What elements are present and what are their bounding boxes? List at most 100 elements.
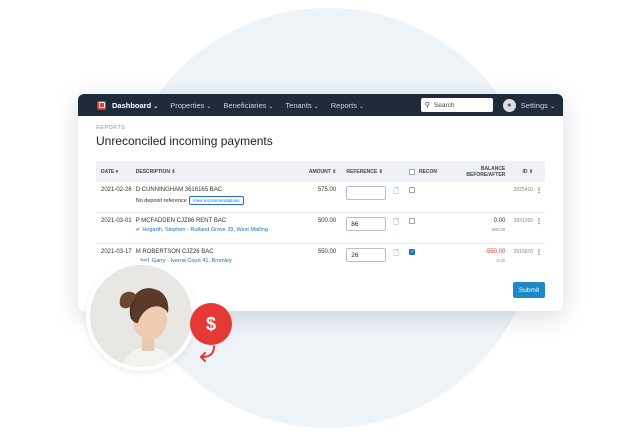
row-amount: 550.00 bbox=[317, 249, 337, 255]
row-doc: 🗋 bbox=[386, 218, 406, 229]
row-reference: 26 bbox=[336, 248, 387, 262]
document-icon[interactable]: 🗋 bbox=[393, 219, 399, 226]
sort-down-icon: ▾ bbox=[115, 168, 119, 175]
nav-dashboard[interactable]: Dashboard ⌄ bbox=[112, 101, 158, 110]
header-reference[interactable]: REFERENCE ⇕ bbox=[336, 169, 386, 175]
recon-checkbox[interactable] bbox=[409, 249, 416, 255]
nav-properties[interactable]: Properties ⌄ bbox=[170, 101, 211, 110]
submit-button[interactable]: Submit bbox=[513, 282, 545, 298]
nav-dashboard-label: Dashboard bbox=[112, 100, 152, 110]
nav-reports[interactable]: Reports ⌄ bbox=[331, 101, 364, 110]
chevron-down-icon: ⌄ bbox=[549, 103, 555, 110]
header-amount[interactable]: AMOUNT ⇕ bbox=[285, 169, 337, 175]
recon-checkbox[interactable] bbox=[409, 218, 416, 224]
header-date[interactable]: DATE ▾ bbox=[96, 169, 136, 175]
stage: Dashboard ⌄ Properties ⌄ Beneficiaries ⌄ Te… bbox=[0, 0, 640, 443]
nav-beneficiaries-label: Beneficiaries bbox=[223, 100, 267, 110]
row-balance: -550.00 0.00 bbox=[446, 249, 506, 263]
balance-before: 0.00 bbox=[493, 218, 506, 224]
row-amount: 500.00 bbox=[317, 218, 337, 224]
nav-beneficiaries[interactable]: Beneficiaries ⌄ bbox=[223, 101, 273, 110]
nav-reports-label: Reports bbox=[330, 100, 357, 110]
row-recon bbox=[406, 218, 446, 225]
reference-input[interactable]: 86 bbox=[346, 217, 387, 231]
return-arrow-icon bbox=[200, 345, 215, 362]
reference-input[interactable] bbox=[346, 186, 387, 200]
header-description[interactable]: DESCRIPTION ⇕ bbox=[136, 169, 285, 175]
main-content: REPORTS Unreconciled incoming payments D… bbox=[78, 116, 563, 275]
app-logo-icon[interactable] bbox=[97, 100, 106, 110]
row-reference bbox=[336, 186, 387, 200]
breadcrumb[interactable]: REPORTS bbox=[96, 125, 545, 131]
row-amount: 575.00 bbox=[317, 187, 337, 193]
search-icon: ⚲ bbox=[424, 102, 430, 109]
row-date: 2021-03-17 bbox=[101, 249, 132, 255]
row-recon bbox=[406, 187, 446, 194]
row-recon bbox=[406, 249, 446, 256]
more-options-icon[interactable]: ⋮ bbox=[533, 218, 545, 225]
row-id: 2831265 bbox=[513, 218, 534, 224]
settings-menu[interactable]: Settings ⌄ bbox=[521, 101, 555, 110]
header-id[interactable]: ID ⇕ bbox=[505, 168, 534, 175]
row-doc: 🗋 bbox=[386, 249, 406, 260]
document-icon[interactable]: 🗋 bbox=[393, 188, 399, 195]
sort-icon: ⇕ bbox=[528, 168, 534, 175]
balance-before: -550.00 bbox=[484, 249, 506, 255]
header-balance: BALANCE BEFORE/AFTER bbox=[446, 165, 506, 178]
row-subtext: No deposit reference View recommendations bbox=[136, 196, 285, 205]
row-description: P MCFADDEN CJZ86 RENT BAC ✔ Hogarth, Step… bbox=[136, 218, 285, 233]
sort-icon: ⇕ bbox=[378, 168, 383, 175]
row-doc: 🗋 bbox=[386, 187, 406, 198]
row-description: D CUNNINGHAM 3616165 BAC No deposit refe… bbox=[136, 187, 285, 205]
recon-checkbox[interactable] bbox=[409, 187, 416, 193]
select-all-checkbox[interactable] bbox=[408, 168, 415, 175]
header-recon: RECON bbox=[406, 168, 446, 175]
chevron-down-icon: ⌄ bbox=[359, 103, 365, 110]
search-input[interactable]: ⚲ Search bbox=[420, 98, 493, 112]
view-recommendations-button[interactable]: View recommendations bbox=[188, 196, 244, 205]
chevron-down-icon: ⌄ bbox=[313, 103, 319, 110]
row-match-label: Hogarth, Stephen - Rutland Grove 39, Wes… bbox=[142, 227, 268, 233]
header-description-label: DESCRIPTION bbox=[135, 168, 170, 175]
person-photo bbox=[86, 261, 196, 371]
row-reference: 86 bbox=[336, 217, 387, 231]
header-balance-label: BALANCE BEFORE/AFTER bbox=[466, 165, 506, 178]
row-date: 2021-02-26 bbox=[101, 187, 132, 193]
row-balance: 0.00 500.00 bbox=[446, 218, 506, 232]
row-description: M ROBERTSON CJZ26 BAC ...hell, Garry - I… bbox=[136, 249, 285, 264]
nav-properties-label: Properties bbox=[170, 100, 205, 110]
row-id: 2825410 bbox=[513, 187, 534, 193]
sort-icon: ⇕ bbox=[171, 168, 176, 175]
row-subtext-label: No deposit reference bbox=[135, 198, 187, 204]
table-row: 2021-03-01 P MCFADDEN CJZ86 RENT BAC ✔ Ho… bbox=[96, 213, 545, 244]
nav-tenants-label: Tenants bbox=[285, 100, 312, 110]
more-options-icon[interactable]: ⋮ bbox=[533, 187, 545, 194]
check-icon: ✔ bbox=[135, 227, 141, 233]
balance-after: 0.00 bbox=[496, 258, 506, 263]
header-amount-label: AMOUNT bbox=[308, 168, 331, 175]
row-match[interactable]: ✔ Hogarth, Stephen - Rutland Grove 39, We… bbox=[136, 227, 285, 233]
chevron-down-icon: ⌄ bbox=[268, 103, 274, 110]
nav-tenants[interactable]: Tenants ⌄ bbox=[285, 101, 318, 110]
row-description-text: M ROBERTSON CJZ26 BAC bbox=[135, 249, 214, 255]
header-recon-label: RECON bbox=[418, 168, 438, 175]
table-header: DATE ▾ DESCRIPTION ⇕ AMOUNT ⇕ REFERENCE … bbox=[96, 161, 545, 182]
reference-input[interactable]: 26 bbox=[346, 248, 387, 262]
chevron-down-icon: ⌄ bbox=[206, 103, 212, 110]
chevron-down-icon: ⌄ bbox=[153, 103, 159, 110]
row-description-text: D CUNNINGHAM 3616165 BAC bbox=[135, 187, 223, 193]
top-navbar: Dashboard ⌄ Properties ⌄ Beneficiaries ⌄ Te… bbox=[78, 94, 563, 116]
page-title: Unreconciled incoming payments bbox=[96, 134, 273, 148]
row-description-text: P MCFADDEN CJZ86 RENT BAC bbox=[135, 218, 227, 224]
search-placeholder: Search bbox=[433, 101, 455, 109]
row-id: 2916870 bbox=[513, 249, 534, 255]
more-options-icon[interactable]: ⋮ bbox=[533, 249, 545, 256]
payments-table: DATE ▾ DESCRIPTION ⇕ AMOUNT ⇕ REFERENCE … bbox=[96, 161, 545, 275]
user-avatar-icon[interactable]: ● bbox=[502, 98, 516, 112]
row-date: 2021-03-01 bbox=[101, 218, 132, 224]
settings-label: Settings bbox=[520, 100, 548, 110]
document-icon[interactable]: 🗋 bbox=[393, 250, 399, 257]
dollar-badge-icon: $ bbox=[190, 303, 232, 345]
header-reference-label: REFERENCE bbox=[346, 168, 378, 175]
header-id-label: ID bbox=[522, 168, 528, 175]
